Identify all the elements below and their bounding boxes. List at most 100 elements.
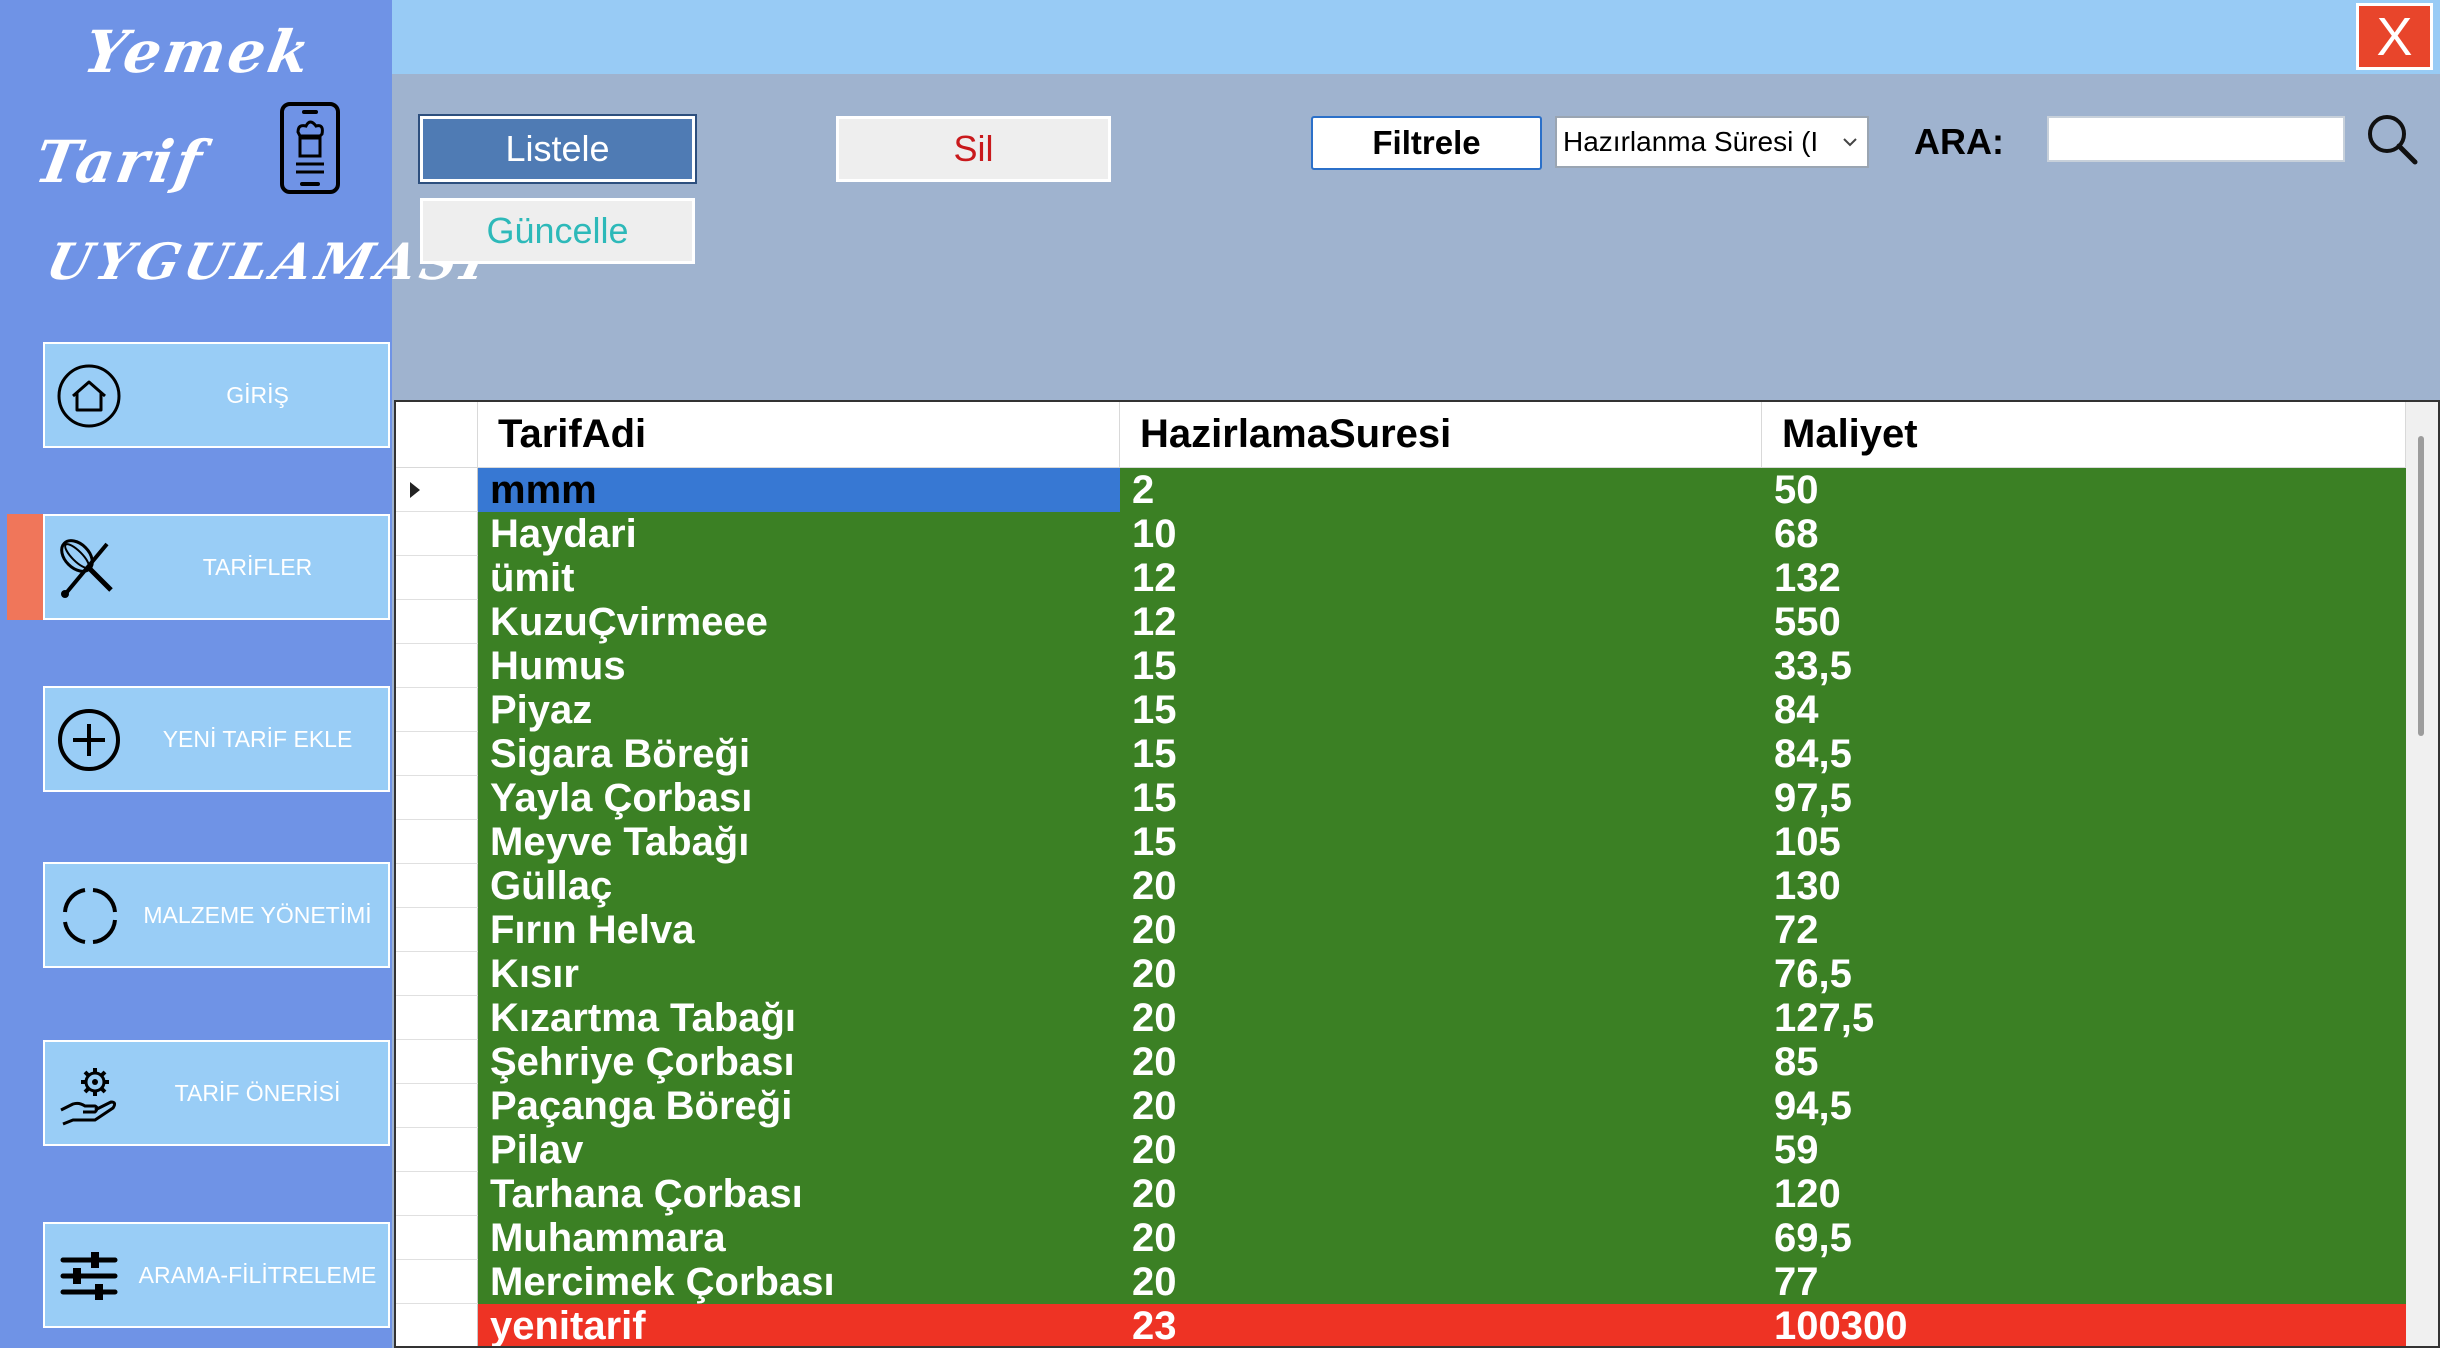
table-cell[interactable]: 15 [1120, 776, 1762, 820]
table-cell[interactable]: 97,5 [1762, 776, 2406, 820]
table-row[interactable]: Humus 15 33,5 [478, 644, 2406, 688]
row-header[interactable] [396, 996, 478, 1040]
table-cell[interactable]: 15 [1120, 688, 1762, 732]
search-input[interactable] [2047, 116, 2345, 162]
table-row[interactable]: Şehriye Çorbası 20 85 [478, 1040, 2406, 1084]
table-cell[interactable]: 20 [1120, 908, 1762, 952]
table-cell[interactable]: 15 [1120, 732, 1762, 776]
table-cell[interactable]: 12 [1120, 600, 1762, 644]
table-cell[interactable]: Tarhana Çorbası [478, 1172, 1120, 1216]
table-cell[interactable]: 20 [1120, 1084, 1762, 1128]
search-icon[interactable] [2363, 110, 2419, 166]
row-header[interactable] [396, 908, 478, 952]
table-row[interactable]: ümit 12 132 [478, 556, 2406, 600]
table-cell[interactable]: 15 [1120, 820, 1762, 864]
table-cell[interactable]: 72 [1762, 908, 2406, 952]
table-row[interactable]: Yayla Çorbası 15 97,5 [478, 776, 2406, 820]
table-row[interactable]: Tarhana Çorbası 20 120 [478, 1172, 2406, 1216]
vertical-scrollbar[interactable] [2406, 402, 2438, 1346]
table-cell[interactable]: 84 [1762, 688, 2406, 732]
table-row[interactable]: Paçanga Böreği 20 94,5 [478, 1084, 2406, 1128]
table-cell[interactable]: 68 [1762, 512, 2406, 556]
sidebar-item-tarif-onerisi[interactable]: TARİF ÖNERİSİ [43, 1040, 390, 1146]
table-cell[interactable]: Meyve Tabağı [478, 820, 1120, 864]
table-cell[interactable]: 59 [1762, 1128, 2406, 1172]
table-cell[interactable]: 130 [1762, 864, 2406, 908]
table-row[interactable]: Kısır 20 76,5 [478, 952, 2406, 996]
table-cell[interactable]: 20 [1120, 1216, 1762, 1260]
table-cell[interactable]: Muhammara [478, 1216, 1120, 1260]
table-row[interactable]: Muhammara 20 69,5 [478, 1216, 2406, 1260]
row-header[interactable] [396, 644, 478, 688]
row-header[interactable] [396, 1172, 478, 1216]
table-cell[interactable]: KuzuÇvirmeee [478, 600, 1120, 644]
table-row[interactable]: Sigara Böreği 15 84,5 [478, 732, 2406, 776]
table-cell[interactable]: 10 [1120, 512, 1762, 556]
column-header-maliyet[interactable]: Maliyet [1762, 402, 2406, 468]
table-cell[interactable]: 76,5 [1762, 952, 2406, 996]
table-cell[interactable]: 69,5 [1762, 1216, 2406, 1260]
table-cell[interactable]: mmm [478, 468, 1120, 512]
table-cell[interactable]: 23 [1120, 1304, 1762, 1346]
table-cell[interactable]: yenitarif [478, 1304, 1120, 1346]
table-cell[interactable]: 77 [1762, 1260, 2406, 1304]
filter-select[interactable]: Hazırlanma Süresi (I [1555, 116, 1869, 168]
table-cell[interactable]: 2 [1120, 468, 1762, 512]
table-cell[interactable]: 20 [1120, 864, 1762, 908]
sidebar-item-tarifler[interactable]: TARİFLER [43, 514, 390, 620]
guncelle-button[interactable]: Güncelle [420, 198, 695, 264]
table-cell[interactable]: 550 [1762, 600, 2406, 644]
table-row[interactable]: Kızartma Tabağı 20 127,5 [478, 996, 2406, 1040]
table-cell[interactable]: Şehriye Çorbası [478, 1040, 1120, 1084]
row-header[interactable] [396, 732, 478, 776]
row-header[interactable] [396, 1260, 478, 1304]
table-cell[interactable]: Haydari [478, 512, 1120, 556]
row-header[interactable] [396, 864, 478, 908]
column-header-hazirlamasuresi[interactable]: HazirlamaSuresi [1120, 402, 1762, 468]
table-row[interactable]: Piyaz 15 84 [478, 688, 2406, 732]
table-cell[interactable]: ümit [478, 556, 1120, 600]
row-header[interactable] [396, 1304, 478, 1346]
row-header[interactable] [396, 1084, 478, 1128]
table-cell[interactable]: Sigara Böreği [478, 732, 1120, 776]
row-header[interactable] [396, 512, 478, 556]
sidebar-item-yeni-tarif-ekle[interactable]: YENİ TARİF EKLE [43, 686, 390, 792]
sidebar-item-giris[interactable]: GİRİŞ [43, 342, 390, 448]
column-header-tarifadi[interactable]: TarifAdi [478, 402, 1120, 468]
recipe-grid[interactable]: TarifAdi HazirlamaSuresi Maliyet mmm 2 50 H… [394, 400, 2440, 1348]
table-cell[interactable]: Kısır [478, 952, 1120, 996]
row-header[interactable] [396, 1128, 478, 1172]
table-row[interactable]: Haydari 10 68 [478, 512, 2406, 556]
row-header[interactable] [396, 1216, 478, 1260]
row-header[interactable] [396, 468, 478, 512]
table-cell[interactable]: Piyaz [478, 688, 1120, 732]
table-cell[interactable]: 50 [1762, 468, 2406, 512]
row-header[interactable] [396, 1040, 478, 1084]
table-cell[interactable]: Yayla Çorbası [478, 776, 1120, 820]
sidebar-item-malzeme-yonetimi[interactable]: MALZEME YÖNETİMİ [43, 862, 390, 968]
sidebar-item-arama-filitreleme[interactable]: ARAMA-FİLİTRELEME [43, 1222, 390, 1328]
table-cell[interactable]: 20 [1120, 952, 1762, 996]
row-header[interactable] [396, 776, 478, 820]
table-cell[interactable]: Fırın Helva [478, 908, 1120, 952]
table-cell[interactable]: Pilav [478, 1128, 1120, 1172]
table-row[interactable]: mmm 2 50 [478, 468, 2406, 512]
table-cell[interactable]: 132 [1762, 556, 2406, 600]
table-row[interactable]: Güllaç 20 130 [478, 864, 2406, 908]
table-row[interactable]: Meyve Tabağı 15 105 [478, 820, 2406, 864]
table-row[interactable]: Pilav 20 59 [478, 1128, 2406, 1172]
row-header[interactable] [396, 952, 478, 996]
row-header[interactable] [396, 688, 478, 732]
table-cell[interactable]: 33,5 [1762, 644, 2406, 688]
table-cell[interactable]: 100300 [1762, 1304, 2406, 1346]
listele-button[interactable]: Listele [418, 114, 697, 184]
close-button[interactable]: X [2356, 3, 2433, 70]
sil-button[interactable]: Sil [836, 116, 1111, 182]
table-cell[interactable]: 20 [1120, 1172, 1762, 1216]
table-row[interactable]: yenitarif 23 100300 [478, 1304, 2406, 1346]
table-cell[interactable]: 94,5 [1762, 1084, 2406, 1128]
table-cell[interactable]: 20 [1120, 1040, 1762, 1084]
row-header[interactable] [396, 600, 478, 644]
table-cell[interactable]: 120 [1762, 1172, 2406, 1216]
table-cell[interactable]: 84,5 [1762, 732, 2406, 776]
